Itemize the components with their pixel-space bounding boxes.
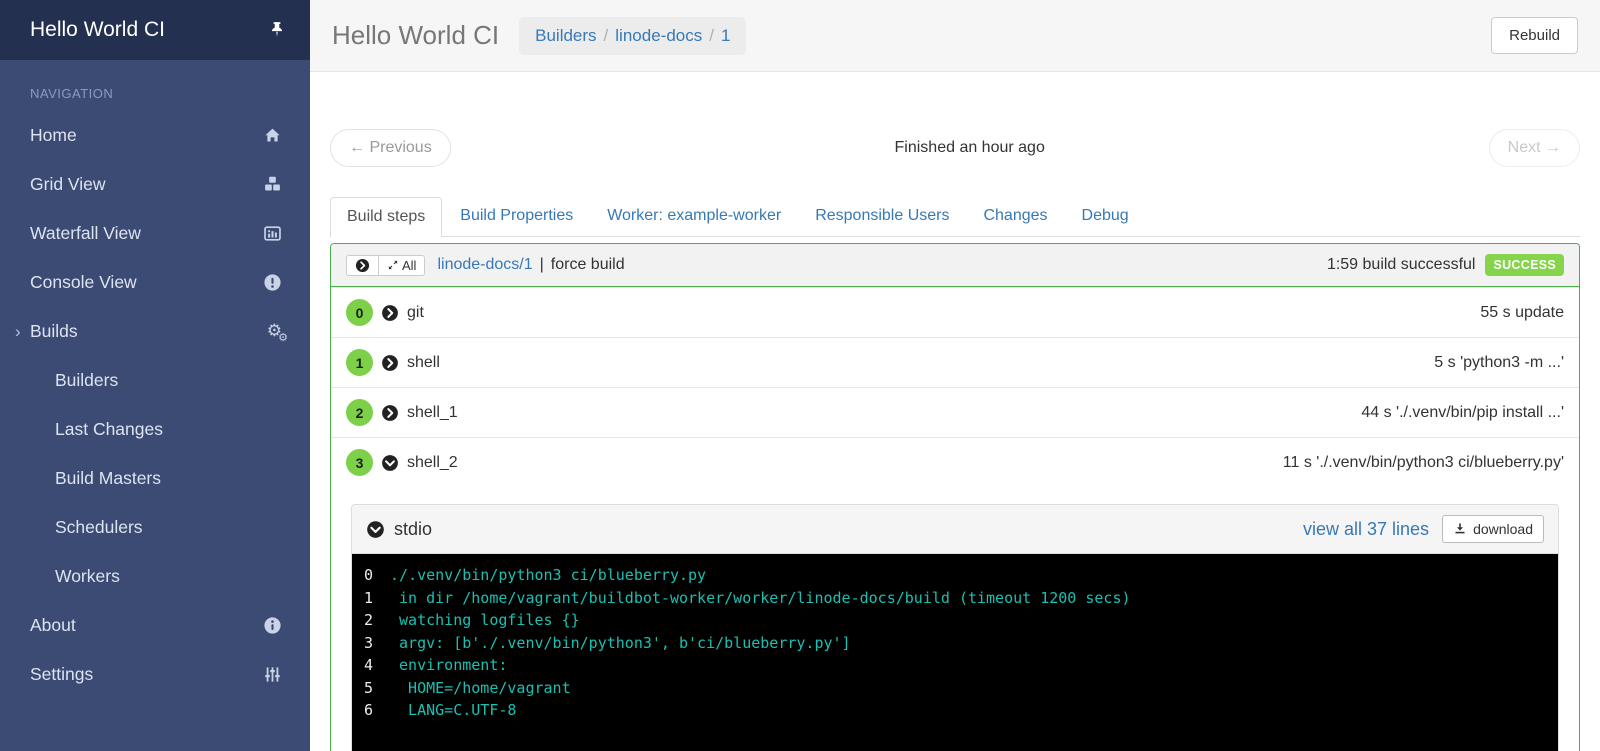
sidebar-item-settings[interactable]: Settings [0,650,310,699]
download-button[interactable]: download [1442,515,1544,543]
build-summary-heading: All linode-docs/1 | force build 1:59 bui… [331,244,1579,287]
tab-build-steps[interactable]: Build steps [330,197,443,237]
build-reason: force build [550,256,625,273]
status-badge: SUCCESS [1485,254,1564,276]
step-name: git [407,303,424,321]
breadcrumb-build-number-link[interactable]: 1 [721,26,730,46]
stdio-terminal-output: 0 ./.venv/bin/python3 ci/blueberry.py 1 i… [352,554,1558,751]
step-name: shell_2 [407,453,458,471]
download-icon [1453,522,1467,536]
sidebar-item-waterfall-view[interactable]: Waterfall View [0,209,310,258]
tab-changes[interactable]: Changes [967,197,1063,236]
chevron-circle-down-icon [381,454,399,472]
sliders-icon [263,665,282,684]
home-icon [263,126,282,145]
step-row-shell[interactable]: 1 shell 5 s 'python3 -m ...' [331,337,1579,387]
app-title: Hello World CI [30,18,165,41]
tab-debug[interactable]: Debug [1066,197,1145,236]
log-line: 5 HOME=/home/vagrant [364,678,571,697]
sidebar-item-builds[interactable]: › Builds ⚙ ⚙ [0,307,310,356]
step-number-badge: 3 [346,449,373,476]
step-detail: 55 s update [1480,303,1564,321]
sidebar-item-last-changes[interactable]: Last Changes [0,405,310,454]
info-circle-icon [263,616,282,635]
step-number-badge: 2 [346,399,373,426]
toggle-all-logs-button[interactable]: All [378,254,426,276]
step-row-shell-2[interactable]: 3 shell_2 11 s './.venv/bin/python3 ci/b… [331,437,1579,487]
build-panel: All linode-docs/1 | force build 1:59 bui… [330,243,1580,751]
sidebar-item-schedulers[interactable]: Schedulers [0,503,310,552]
breadcrumb-separator: / [603,25,609,45]
sidebar: Hello World CI NAVIGATION Home Grid View… [0,0,310,751]
sidebar-item-home[interactable]: Home [0,111,310,160]
breadcrumb-separator: / [709,25,714,45]
stdio-title: stdio [394,518,433,539]
build-duration-status: 1:59 build successful [1326,256,1476,273]
breadcrumb-builders-link[interactable]: Builders [535,26,596,46]
tab-responsible-users[interactable]: Responsible Users [799,197,965,236]
expand-caret-icon: › [15,321,21,341]
previous-build-button[interactable]: ← Previous [330,129,451,167]
chevron-circle-right-icon [355,258,370,273]
main-area: Hello World CI Builders / linode-docs / … [310,0,1600,751]
gears-icon: ⚙ ⚙ [266,321,288,344]
build-finished-status: Finished an hour ago [894,139,1045,156]
step-row-shell-1[interactable]: 2 shell_1 44 s './.venv/bin/pip install … [331,387,1579,437]
step-expanded-area: stdio view all 37 lines download 0 ./.ve… [331,487,1579,751]
tab-worker[interactable]: Worker: example-worker [591,197,797,236]
breadcrumb: Builders / linode-docs / 1 [519,16,747,55]
step-row-git[interactable]: 0 git 55 s update [331,287,1579,337]
step-detail: 5 s 'python3 -m ...' [1434,353,1564,371]
expand-arrows-icon [387,259,399,271]
sidebar-item-about[interactable]: About [0,601,310,650]
build-tabs: Build steps Build Properties Worker: exa… [330,197,1580,237]
navigation-label: NAVIGATION [30,86,114,101]
build-content: ← Previous Finished an hour ago Next → B… [310,72,1600,751]
build-link[interactable]: linode-docs/1 [437,256,532,274]
stdio-log-box: stdio view all 37 lines download 0 ./.ve… [351,504,1559,751]
tab-build-properties[interactable]: Build Properties [444,197,589,236]
sidebar-header: Hello World CI [0,0,310,60]
step-number-badge: 1 [346,349,373,376]
build-pager: ← Previous Finished an hour ago Next → [330,129,1580,167]
page-header: Hello World CI Builders / linode-docs / … [310,0,1600,72]
step-name: shell [407,353,440,371]
cubes-icon [263,175,282,194]
step-name: shell_1 [407,403,458,421]
bar-chart-icon [263,224,282,243]
sidebar-item-builders[interactable]: Builders [0,356,310,405]
sidebar-item-grid-view[interactable]: Grid View [0,160,310,209]
log-line: 2 watching logfiles {} [364,611,580,629]
page-title: Hello World CI [332,20,500,50]
reason-separator: | [539,256,544,273]
expand-all-steps-button[interactable] [346,254,379,276]
next-build-button[interactable]: Next → [1488,129,1580,167]
stdio-header: stdio view all 37 lines download [352,505,1558,554]
chevron-circle-down-icon[interactable] [366,520,385,539]
step-detail: 11 s './.venv/bin/python3 ci/blueberry.p… [1282,453,1564,471]
log-line: 0 ./.venv/bin/python3 ci/blueberry.py [364,566,707,584]
breadcrumb-builder-link[interactable]: linode-docs [615,26,702,46]
log-line: 3 argv: [b'./.venv/bin/python3', b'ci/bl… [364,633,851,652]
sidebar-item-workers[interactable]: Workers [0,552,310,601]
chevron-circle-right-icon [381,404,399,422]
log-line: 1 in dir /home/vagrant/buildbot-worker/w… [364,588,1131,607]
chevron-circle-right-icon [381,354,399,372]
log-line: 4 environment: [364,656,508,674]
step-detail: 44 s './.venv/bin/pip install ...' [1361,403,1564,421]
step-number-badge: 0 [346,299,373,326]
rebuild-button[interactable]: Rebuild [1491,17,1578,54]
sidebar-item-build-masters[interactable]: Build Masters [0,454,310,503]
view-all-lines-link[interactable]: view all 37 lines [1303,519,1429,540]
pin-icon[interactable] [268,21,286,39]
exclamation-circle-icon [263,273,282,292]
sidebar-item-console-view[interactable]: Console View [0,258,310,307]
chevron-circle-right-icon [381,304,399,322]
log-line: 6 LANG=C.UTF-8 [364,701,517,719]
